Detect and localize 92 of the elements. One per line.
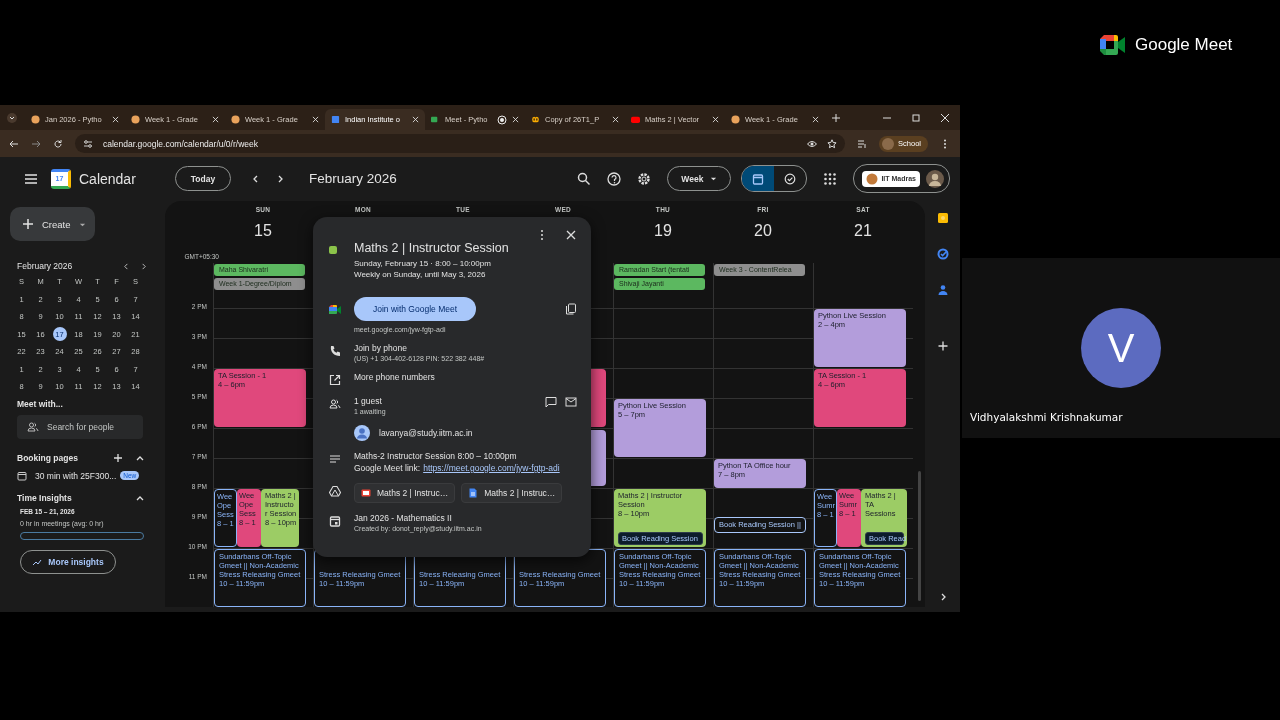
camera-icon [431,115,440,124]
external-link-icon [329,374,341,386]
phone-icon [329,345,341,357]
media-icon[interactable] [857,138,868,149]
participant-avatar: V [1081,308,1161,388]
plus-icon[interactable] [936,340,949,352]
chat-icon[interactable] [545,396,557,408]
avatar-icon [882,137,895,150]
menu-icon[interactable] [24,171,38,186]
back-icon[interactable] [9,138,19,149]
link-label: Google Meet link: [354,463,421,473]
video-camera-icon [329,304,341,316]
close-icon[interactable] [312,116,319,123]
close-icon[interactable] [412,116,419,123]
close-icon[interactable] [512,116,519,123]
slides-icon [361,488,371,498]
guest-count: 1 guest [354,396,383,406]
star-icon[interactable] [827,138,838,149]
section-heading: Meet with... [17,398,64,409]
guest-email: lavanya@study.iitm.ac.in [379,428,473,438]
reload-icon[interactable] [53,138,63,149]
people-icon [329,398,341,410]
forward-icon[interactable] [31,138,41,149]
date-number[interactable]: 20 [754,222,772,240]
description-text: Maths-2 Instructor Session 8:00 – 10:00pm [354,451,518,461]
attachment-chip[interactable]: Maths 2 | Instruc… [461,483,563,503]
previous-icon[interactable] [123,262,130,270]
caret-icon [710,175,718,182]
description-icon [329,453,341,465]
restore-icon[interactable] [911,112,921,123]
infinity-icon [531,115,540,124]
close-icon[interactable] [812,116,819,123]
caret-icon[interactable] [7,112,17,123]
event-title: Maths 2 | Instructor Session [354,241,509,255]
event-time: Sunday, February 15 · 8:00 – 10:00pm [354,259,492,268]
calendar-icon [331,115,340,124]
date-number[interactable]: 21 [854,222,872,240]
plus-icon[interactable] [831,112,841,123]
month-title: February 2026 [17,261,73,271]
calendar-name: Jan 2026 - Mathematics II [354,513,453,523]
check-circle-icon[interactable] [936,248,949,260]
video-camera-icon [1100,35,1126,55]
url-text: calendar.google.com/calendar/u/0/r/week [103,138,258,149]
mail-icon[interactable] [565,396,577,408]
brand-name: Google Meet [1135,35,1233,55]
recurrence-text: Weekly on Sunday, until May 3, 2026 [354,270,487,279]
close-icon[interactable] [712,116,719,123]
calendar-icon [329,515,341,527]
search-icon[interactable] [577,171,592,186]
date-number[interactable]: 19 [654,222,672,240]
eye-icon[interactable] [807,138,818,149]
record-icon [497,114,507,125]
site-settings-icon[interactable] [83,138,93,149]
calendar-icon [752,172,765,185]
join-meet-button[interactable]: Join with Google Meet [354,297,476,321]
copy-icon[interactable] [565,303,577,315]
settings-icon[interactable] [637,171,652,186]
close-icon[interactable] [612,116,619,123]
app-title: Calendar [79,170,137,187]
close-icon[interactable] [940,112,950,123]
plus-icon[interactable] [113,452,123,463]
address-bar[interactable]: calendar.google.com/calendar/u/0/r/week [75,134,846,153]
note-icon[interactable] [936,212,949,224]
plus-icon [22,218,34,230]
participant-name: Vidhyalakshmi Krishnakumar [970,411,1123,423]
play-icon [631,115,640,124]
next-icon[interactable] [140,262,147,270]
avatar-icon [354,425,370,441]
close-icon[interactable] [565,229,577,241]
document-icon [468,488,479,498]
section-heading: Booking pages [17,452,78,463]
period-title: February 2026 [309,171,397,186]
section-heading: Time Insights [17,492,72,503]
close-icon[interactable] [112,116,119,123]
booking-link[interactable]: 30 min with 25F300... [35,470,117,481]
attachment-chip[interactable]: Maths 2 | Instruc… [354,483,456,503]
create-button[interactable]: Create [10,207,95,241]
drive-icon [329,485,341,497]
people-icon [27,420,39,433]
avatar-icon [926,169,944,188]
calendar-view-button[interactable] [742,166,775,191]
date-number[interactable]: 15 [254,222,272,240]
check-circle-icon [784,172,797,185]
calendar-icon [17,470,27,481]
help-icon[interactable] [607,171,622,186]
person-icon[interactable] [936,284,949,296]
apps-icon[interactable] [823,171,838,186]
meet-link[interactable]: https://meet.google.com/jyw-fgtp-adi [423,463,560,473]
search-field[interactable]: Search for people [17,414,143,439]
more-phone-numbers-link[interactable]: More phone numbers [354,372,435,382]
close-icon[interactable] [212,116,219,123]
join-by-phone-link[interactable]: Join by phone [354,343,485,353]
